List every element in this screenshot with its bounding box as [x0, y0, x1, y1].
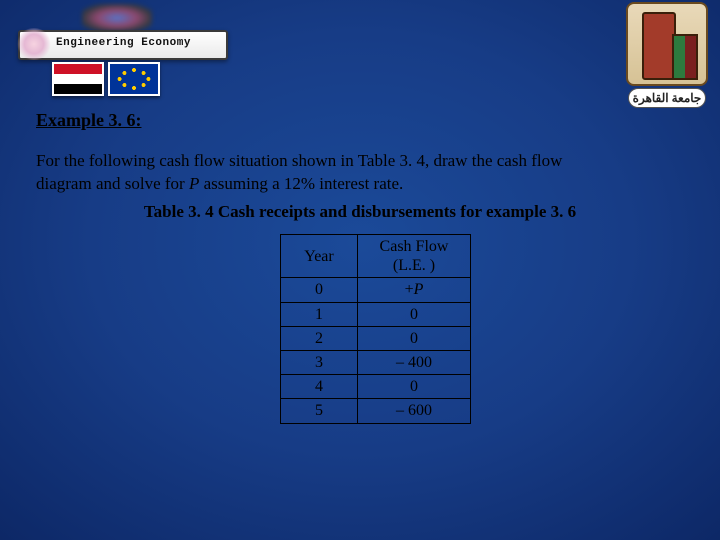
flag-eu-icon — [108, 62, 160, 96]
cash-flow-header-l2: (L.E. ) — [393, 257, 435, 274]
cell-cash-flow: 0 — [358, 326, 471, 350]
vision-burst-icon — [16, 28, 52, 60]
vision-project-logo: Engineering Economy — [12, 4, 202, 94]
cell-year: 4 — [281, 375, 358, 399]
table-row: 0 +P — [281, 278, 471, 302]
cairo-university-crest: جامعة القاهرة — [626, 2, 708, 112]
crest-caption: جامعة القاهرة — [628, 88, 707, 108]
cash-flow-header-l1: Cash Flow — [380, 238, 449, 255]
table-row: 2 0 — [281, 326, 471, 350]
table-caption: Table 3. 4 Cash receipts and disbursemen… — [0, 202, 720, 222]
problem-line2a: diagram and solve for — [36, 174, 189, 193]
vision-banner: Engineering Economy — [18, 30, 228, 60]
crest-artwork-icon — [626, 2, 708, 86]
cell-year: 5 — [281, 399, 358, 423]
cell-year: 3 — [281, 350, 358, 374]
table-header-row: Year Cash Flow (L.E. ) — [281, 235, 471, 278]
vision-banner-text: Engineering Economy — [56, 37, 191, 49]
flag-egypt-icon — [52, 62, 104, 96]
cell-cash-flow: – 600 — [358, 399, 471, 423]
col-header-year: Year — [281, 235, 358, 278]
cell-year: 1 — [281, 302, 358, 326]
col-header-cash-flow: Cash Flow (L.E. ) — [358, 235, 471, 278]
problem-statement: For the following cash flow situation sh… — [36, 150, 636, 196]
table-row: 4 0 — [281, 375, 471, 399]
logo-artwork — [82, 4, 152, 32]
cell-cash-flow: 0 — [358, 302, 471, 326]
table-row: 3 – 400 — [281, 350, 471, 374]
cell-cash-flow: – 400 — [358, 350, 471, 374]
problem-line1: For the following cash flow situation sh… — [36, 151, 562, 170]
table-row: 1 0 — [281, 302, 471, 326]
table-row: 5 – 600 — [281, 399, 471, 423]
variable-P: P — [189, 174, 199, 193]
partner-flags — [52, 62, 160, 96]
cell-year: 0 — [281, 278, 358, 302]
cell-cash-flow: +P — [358, 278, 471, 302]
cash-flow-table: Year Cash Flow (L.E. ) 0 +P 1 0 2 0 3 – … — [280, 234, 471, 424]
cf-sign: + — [405, 281, 414, 298]
problem-line2b: assuming a 12% interest rate. — [199, 174, 403, 193]
cell-year: 2 — [281, 326, 358, 350]
example-heading: Example 3. 6: — [36, 110, 142, 132]
cf-variable-P: P — [414, 281, 424, 298]
cell-cash-flow: 0 — [358, 375, 471, 399]
